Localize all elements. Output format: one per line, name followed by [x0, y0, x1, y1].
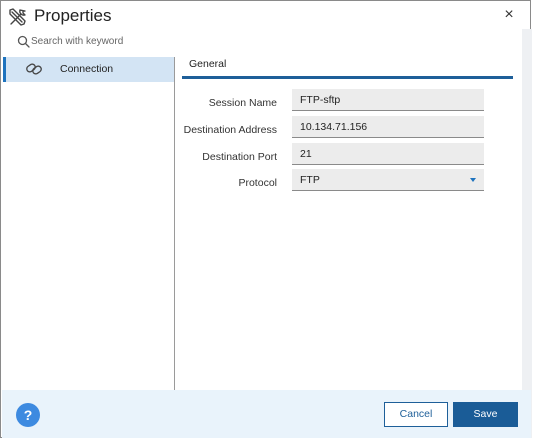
properties-dialog: Properties × Connection General Session …: [0, 0, 532, 438]
session-name-label: Session Name: [208, 97, 277, 109]
sidebar-item-connection[interactable]: Connection: [3, 57, 174, 82]
destination-address-field[interactable]: [292, 116, 484, 138]
scroll-gutter: [522, 29, 532, 438]
destination-address-label: Destination Address: [183, 124, 277, 136]
session-name-field[interactable]: [292, 89, 484, 111]
save-button[interactable]: Save: [453, 402, 518, 427]
chevron-down-icon: [470, 178, 476, 182]
cancel-button[interactable]: Cancel: [384, 402, 448, 427]
protocol-label: Protocol: [238, 177, 277, 189]
tools-icon: [9, 8, 26, 26]
dialog-title: Properties: [34, 6, 112, 25]
search-input[interactable]: [31, 32, 251, 50]
sidebar-item-label: Connection: [60, 63, 114, 75]
destination-port-label: Destination Port: [202, 151, 277, 163]
help-button[interactable]: ?: [16, 403, 40, 427]
close-button[interactable]: ×: [501, 7, 517, 23]
sidebar-divider: [174, 57, 175, 391]
link-icon: [26, 63, 42, 75]
selected-indicator: [3, 57, 6, 82]
dialog-footer: [2, 390, 531, 438]
protocol-select[interactable]: FTP: [292, 169, 484, 191]
destination-port-field[interactable]: [292, 143, 484, 165]
tab-underline: [182, 76, 513, 79]
tab-general[interactable]: General: [189, 58, 226, 70]
search-icon: [17, 35, 30, 48]
protocol-selected-value: FTP: [300, 174, 320, 186]
